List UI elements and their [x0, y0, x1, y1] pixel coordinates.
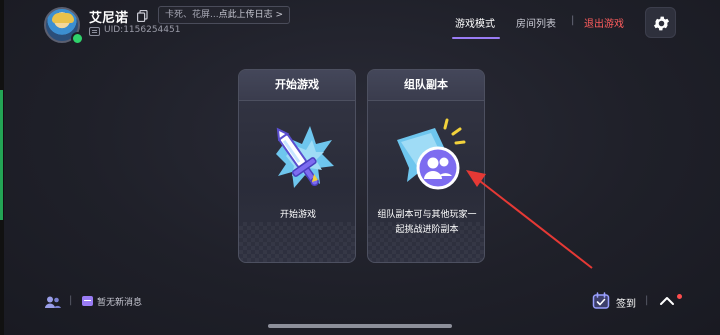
start-game-title: 开始游戏 — [275, 78, 319, 91]
sign-in-button[interactable]: 签到 — [616, 295, 636, 310]
active-tab-indicator — [452, 37, 500, 39]
notification-dot — [677, 294, 682, 299]
upload-log-link[interactable]: 点此上传日志 > — [219, 10, 283, 20]
message-icon — [82, 296, 93, 306]
username: 艾尼诺 — [89, 11, 129, 26]
team-chat-icon — [397, 118, 466, 190]
tab-separator: | — [571, 15, 575, 26]
home-indicator — [268, 324, 452, 328]
card-pattern — [368, 222, 484, 262]
status-text: 卡死、花屏... — [165, 10, 219, 20]
sword-icon — [276, 126, 334, 188]
start-game-card[interactable]: 开始游戏 开始游戏 — [238, 69, 356, 263]
copy-icon[interactable] — [137, 10, 148, 22]
friends-icon[interactable] — [45, 296, 61, 308]
exit-game-button[interactable]: 退出游戏 — [584, 15, 624, 30]
upload-log-box[interactable]: 卡死、花屏...点此上传日志 > — [158, 6, 290, 24]
uid-label: UID:1156254451 — [104, 25, 181, 35]
settings-button[interactable] — [645, 7, 676, 38]
gear-icon — [653, 16, 670, 31]
calendar-check-icon[interactable] — [592, 292, 610, 310]
online-indicator — [71, 32, 84, 45]
id-card-icon — [89, 27, 100, 36]
annotation-arrow — [466, 170, 593, 269]
tab-room-list[interactable]: 房间列表 — [516, 15, 556, 30]
start-game-desc: 开始游戏 — [279, 210, 316, 220]
card-pattern — [239, 222, 355, 262]
chevron-up-icon[interactable] — [659, 296, 675, 306]
left-accent-strip — [0, 90, 3, 220]
footer-separator: | — [69, 295, 73, 306]
messages-status[interactable]: 暂无新消息 — [97, 295, 142, 308]
team-dungeon-card[interactable]: 组队副本 组队副本可与其他玩家一起挑战进阶副本 — [367, 69, 485, 263]
footer-separator: | — [645, 295, 649, 306]
team-dungeon-title: 组队副本 — [404, 78, 448, 91]
tab-game-mode[interactable]: 游戏模式 — [455, 15, 495, 30]
